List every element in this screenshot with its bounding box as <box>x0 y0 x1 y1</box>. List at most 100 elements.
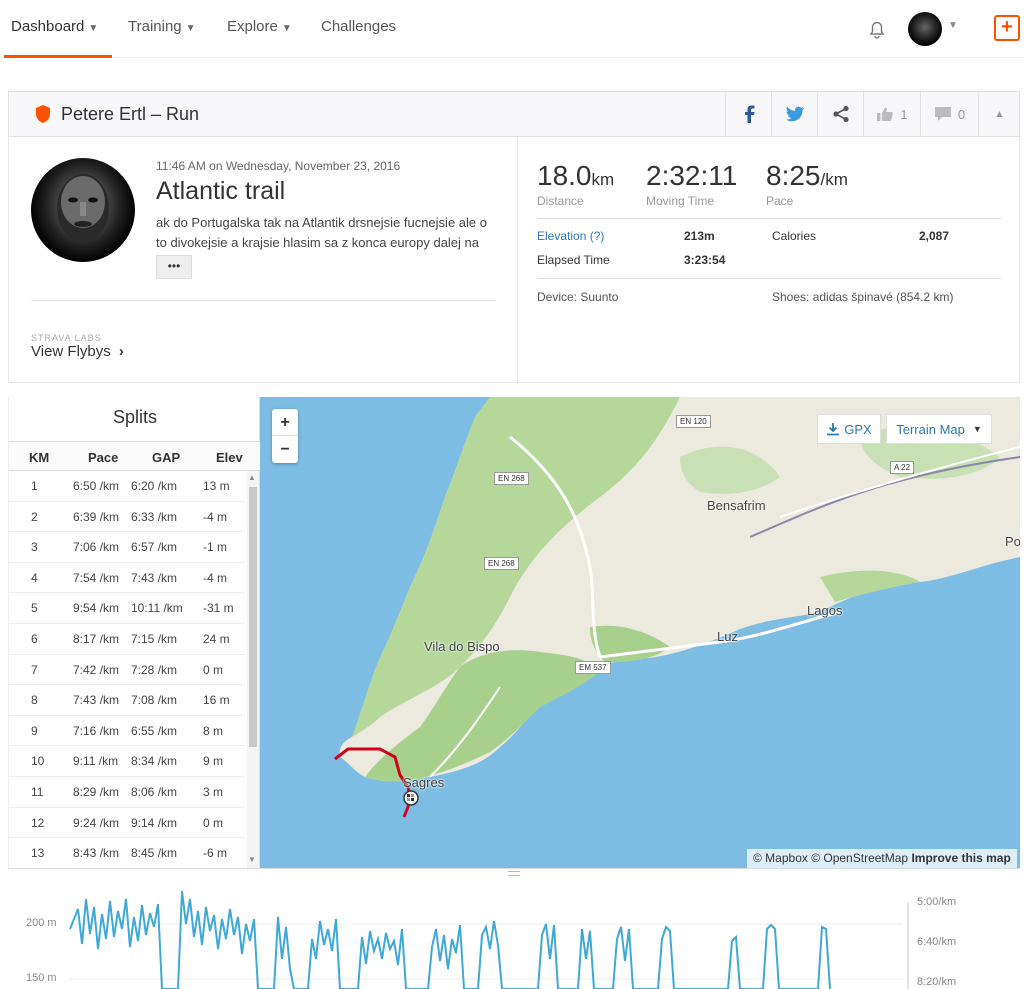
kudos-count: 1 <box>900 106 908 122</box>
improve-map-link[interactable]: Improve this map <box>911 851 1010 865</box>
split-pace-cell: 9:11 /km <box>73 754 119 769</box>
route-map[interactable]: Bensafrim Lagos Luz Vila do Bispo Sagres… <box>260 397 1020 868</box>
split-pace-cell: 8:17 /km <box>73 631 120 646</box>
split-row[interactable]: 3 7:06 /km 6:57 /km -1 m <box>9 532 245 563</box>
splits-scrollbar[interactable]: ▲ ▼ <box>247 471 259 868</box>
athlete-avatar[interactable] <box>31 158 135 262</box>
split-elev-cell: -31 m <box>203 601 234 616</box>
split-row[interactable]: 12 9:24 /km 9:14 /km 0 m <box>9 808 245 839</box>
split-pace-cell: 7:42 /km <box>73 662 120 677</box>
split-row[interactable]: 13 8:43 /km 8:45 /km -6 m <box>9 838 245 868</box>
kudos-button[interactable]: 1 <box>863 92 920 136</box>
column-header-pace: Pace <box>88 450 119 465</box>
gpx-label: GPX <box>844 421 872 437</box>
split-row[interactable]: 6 8:17 /km 7:15 /km 24 m <box>9 624 245 655</box>
split-elev-cell: -4 m <box>203 509 227 524</box>
nav-training[interactable]: Training ▼ <box>128 18 196 35</box>
export-gpx-button[interactable]: GPX <box>817 414 881 444</box>
bell-icon[interactable] <box>866 18 888 40</box>
split-elev-cell: 9 m <box>203 754 224 769</box>
map-place-label: Bensafrim <box>707 498 766 513</box>
activity-details: 11:46 AM on Wednesday, November 23, 2016… <box>8 137 1020 383</box>
chevron-up-icon: ▲ <box>994 108 1005 120</box>
map-place-label: Lagos <box>807 603 843 618</box>
elapsed-time-value: 3:23:54 <box>684 253 726 267</box>
split-km-cell: 13 <box>31 846 45 861</box>
split-km-cell: 8 <box>31 693 38 708</box>
share-twitter-button[interactable] <box>771 92 817 136</box>
moving-time-value: 2:32:11 <box>646 160 738 191</box>
split-elev-cell: 13 m <box>203 479 230 493</box>
scroll-down-icon[interactable]: ▼ <box>248 855 256 864</box>
add-activity-button[interactable]: + <box>994 15 1020 41</box>
split-km-cell: 9 <box>31 723 38 738</box>
split-km-cell: 3 <box>31 540 38 555</box>
scroll-up-icon[interactable]: ▲ <box>248 473 256 482</box>
scrollbar-thumb[interactable] <box>249 487 257 747</box>
split-row[interactable]: 4 7:54 /km 7:43 /km -4 m <box>9 563 245 594</box>
nav-challenges[interactable]: Challenges <box>321 18 396 35</box>
nav-explore[interactable]: Explore ▼ <box>227 18 292 35</box>
split-elev-cell: 0 m <box>203 815 224 830</box>
splits-header: KM Pace GAP Elev <box>9 441 261 471</box>
map-type-dropdown[interactable]: Terrain Map ▼ <box>886 414 992 444</box>
splits-rows[interactable]: 1 6:50 /km 6:20 /km 13 m 2 6:39 /km 6:33 /km -4… <box>9 471 245 868</box>
share-facebook-button[interactable] <box>725 92 771 136</box>
chevron-down-icon[interactable]: ▼ <box>948 20 958 31</box>
nav-dashboard-label: Dashboard <box>11 18 85 35</box>
split-gap-cell: 8:06 /km <box>131 784 178 799</box>
elevation-chart[interactable]: 200 m 150 m 5:00/km 6:40/km 8:20/km <box>8 868 1020 989</box>
shield-icon <box>36 105 50 123</box>
zoom-control: + − <box>272 409 298 463</box>
split-row[interactable]: 1 6:50 /km 6:20 /km 13 m <box>9 471 245 502</box>
comments-button[interactable]: 0 <box>920 92 978 136</box>
split-gap-cell: 6:20 /km <box>131 479 178 493</box>
elevation-plot <box>69 890 909 989</box>
distance-label: Distance <box>537 194 584 208</box>
split-pace-cell: 8:43 /km <box>73 846 120 861</box>
splits-panel: Splits KM Pace GAP Elev 1 6:50 /km 6:20 /k… <box>8 397 261 868</box>
split-row[interactable]: 11 8:29 /km 8:06 /km 3 m <box>9 777 245 808</box>
chevron-down-icon: ▼ <box>88 23 99 34</box>
activity-date: 11:46 AM on Wednesday, November 23, 2016 <box>156 159 401 173</box>
elevation-help-link[interactable]: Elevation (?) <box>537 229 604 243</box>
share-button[interactable] <box>817 92 863 136</box>
view-flybys-link[interactable]: View Flybys › <box>31 343 124 360</box>
road-shield: EN 120 <box>676 415 711 428</box>
split-km-cell: 5 <box>31 601 38 616</box>
zoom-out-button[interactable]: − <box>272 436 298 463</box>
nav-active-indicator <box>4 55 112 58</box>
divider <box>537 218 1001 219</box>
download-icon <box>827 423 840 436</box>
split-pace-cell: 6:39 /km <box>73 509 120 524</box>
split-row[interactable]: 2 6:39 /km 6:33 /km -4 m <box>9 502 245 533</box>
split-pace-cell: 9:24 /km <box>73 815 120 830</box>
attribution-text: © Mapbox © OpenStreetMap <box>753 851 909 865</box>
split-gap-cell: 8:45 /km <box>131 846 178 861</box>
split-pace-cell: 7:06 /km <box>73 540 120 555</box>
split-row[interactable]: 8 7:43 /km 7:08 /km 16 m <box>9 685 245 716</box>
more-button[interactable]: ••• <box>156 255 192 279</box>
split-elev-cell: -4 m <box>203 570 227 585</box>
zoom-in-button[interactable]: + <box>272 409 298 436</box>
column-header-gap: GAP <box>152 450 181 465</box>
comment-icon <box>934 107 951 121</box>
nav-dashboard[interactable]: Dashboard ▼ <box>11 18 98 35</box>
split-pace-cell: 7:43 /km <box>73 693 120 708</box>
split-row[interactable]: 7 7:42 /km 7:28 /km 0 m <box>9 655 245 686</box>
split-pace-cell: 7:16 /km <box>73 723 120 738</box>
chevron-down-icon: ▼ <box>185 23 196 34</box>
split-elev-cell: 0 m <box>203 662 224 677</box>
split-pace-cell: 8:29 /km <box>73 784 120 799</box>
split-row[interactable]: 9 7:16 /km 6:55 /km 8 m <box>9 716 245 747</box>
column-header-elev: Elev <box>216 450 243 465</box>
split-gap-cell: 7:08 /km <box>131 693 178 708</box>
elevation-value: 213m <box>684 229 715 243</box>
split-km-cell: 11 <box>31 784 44 799</box>
split-row[interactable]: 5 9:54 /km 10:11 /km -31 m <box>9 593 245 624</box>
user-avatar[interactable] <box>908 12 942 46</box>
nav-challenges-label: Challenges <box>321 18 397 35</box>
split-row[interactable]: 10 9:11 /km 8:34 /km 9 m <box>9 746 245 777</box>
collapse-button[interactable]: ▲ <box>978 92 1020 136</box>
split-gap-cell: 8:34 /km <box>131 754 178 769</box>
